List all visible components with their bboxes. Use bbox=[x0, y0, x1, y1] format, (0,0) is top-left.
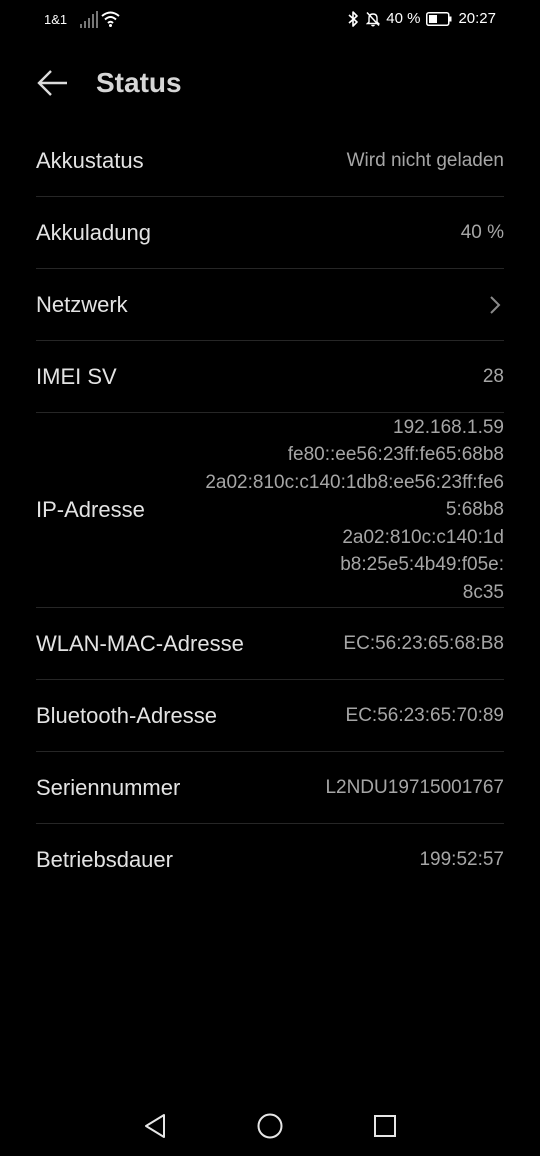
row-value: EC:56:23:65:70:89 bbox=[345, 704, 504, 726]
page-title: Status bbox=[96, 67, 182, 98]
ip-address-list: 192.168.1.59 fe80::ee56:23ff:fe65:68b8 2… bbox=[205, 414, 504, 607]
row-ip-adresse: IP-Adresse 192.168.1.59 fe80::ee56:23ff:… bbox=[36, 413, 504, 608]
ip-line: 2a02:810c:c140:1db8:ee56:23ff:fe6 bbox=[205, 471, 504, 493]
status-right-group: 40 % 20:27 bbox=[346, 10, 496, 27]
row-label: WLAN-MAC-Adresse bbox=[36, 630, 244, 656]
status-bar: 1&1 40 % 20:27 bbox=[0, 0, 540, 40]
ip-line: b8:25e5:4b49:f05e: bbox=[340, 554, 504, 576]
bell-off-icon bbox=[366, 11, 381, 26]
row-betriebsdauer: Betriebsdauer 199:52:57 bbox=[36, 824, 504, 895]
row-value: EC:56:23:65:68:B8 bbox=[343, 632, 504, 654]
signal-icon bbox=[80, 11, 98, 28]
square-recent-icon[interactable] bbox=[372, 1113, 398, 1139]
status-list: Akkustatus Wird nicht geladen Akkuladung… bbox=[36, 125, 504, 895]
row-value: Wird nicht geladen bbox=[346, 149, 504, 171]
ip-line: 2a02:810c:c140:1d bbox=[342, 526, 504, 548]
carrier-label: 1&1 bbox=[44, 12, 68, 27]
battery-icon bbox=[426, 11, 452, 26]
ip-line: fe80::ee56:23ff:fe65:68b8 bbox=[287, 444, 504, 466]
chevron-right-icon bbox=[490, 295, 501, 314]
row-netzwerk[interactable]: Netzwerk bbox=[36, 269, 504, 341]
row-label: Akkustatus bbox=[36, 147, 144, 173]
circle-home-icon[interactable] bbox=[256, 1112, 284, 1140]
ip-line: 5:68b8 bbox=[445, 499, 504, 521]
row-value: L2NDU19715001767 bbox=[325, 776, 504, 798]
ip-line: 192.168.1.59 bbox=[393, 416, 504, 438]
ip-line: 8c35 bbox=[462, 581, 504, 603]
clock: 20:27 bbox=[458, 10, 496, 27]
row-value: 199:52:57 bbox=[419, 848, 504, 870]
row-label: Betriebsdauer bbox=[36, 846, 173, 872]
row-value: 28 bbox=[482, 365, 504, 387]
row-seriennummer: Seriennummer L2NDU19715001767 bbox=[36, 752, 504, 824]
row-akkuladung: Akkuladung 40 % bbox=[36, 197, 504, 269]
row-wlan-mac: WLAN-MAC-Adresse EC:56:23:65:68:B8 bbox=[36, 608, 504, 680]
bluetooth-icon bbox=[348, 10, 359, 27]
row-label: Bluetooth-Adresse bbox=[36, 702, 217, 728]
row-imei-sv: IMEI SV 28 bbox=[36, 341, 504, 413]
row-label: IP-Adresse bbox=[36, 497, 145, 522]
row-value: 40 % bbox=[460, 221, 504, 243]
triangle-back-icon[interactable] bbox=[142, 1112, 168, 1140]
row-label: Netzwerk bbox=[36, 291, 128, 317]
row-label: IMEI SV bbox=[36, 363, 117, 389]
row-akkustatus: Akkustatus Wird nicht geladen bbox=[36, 125, 504, 197]
wifi-icon bbox=[101, 11, 120, 27]
row-bluetooth-adresse: Bluetooth-Adresse EC:56:23:65:70:89 bbox=[36, 680, 504, 752]
row-label: Seriennummer bbox=[36, 774, 181, 800]
navigation-bar bbox=[0, 1096, 540, 1156]
battery-percent: 40 % bbox=[386, 10, 421, 27]
row-label: Akkuladung bbox=[36, 219, 151, 245]
arrow-left-icon[interactable] bbox=[36, 66, 70, 100]
